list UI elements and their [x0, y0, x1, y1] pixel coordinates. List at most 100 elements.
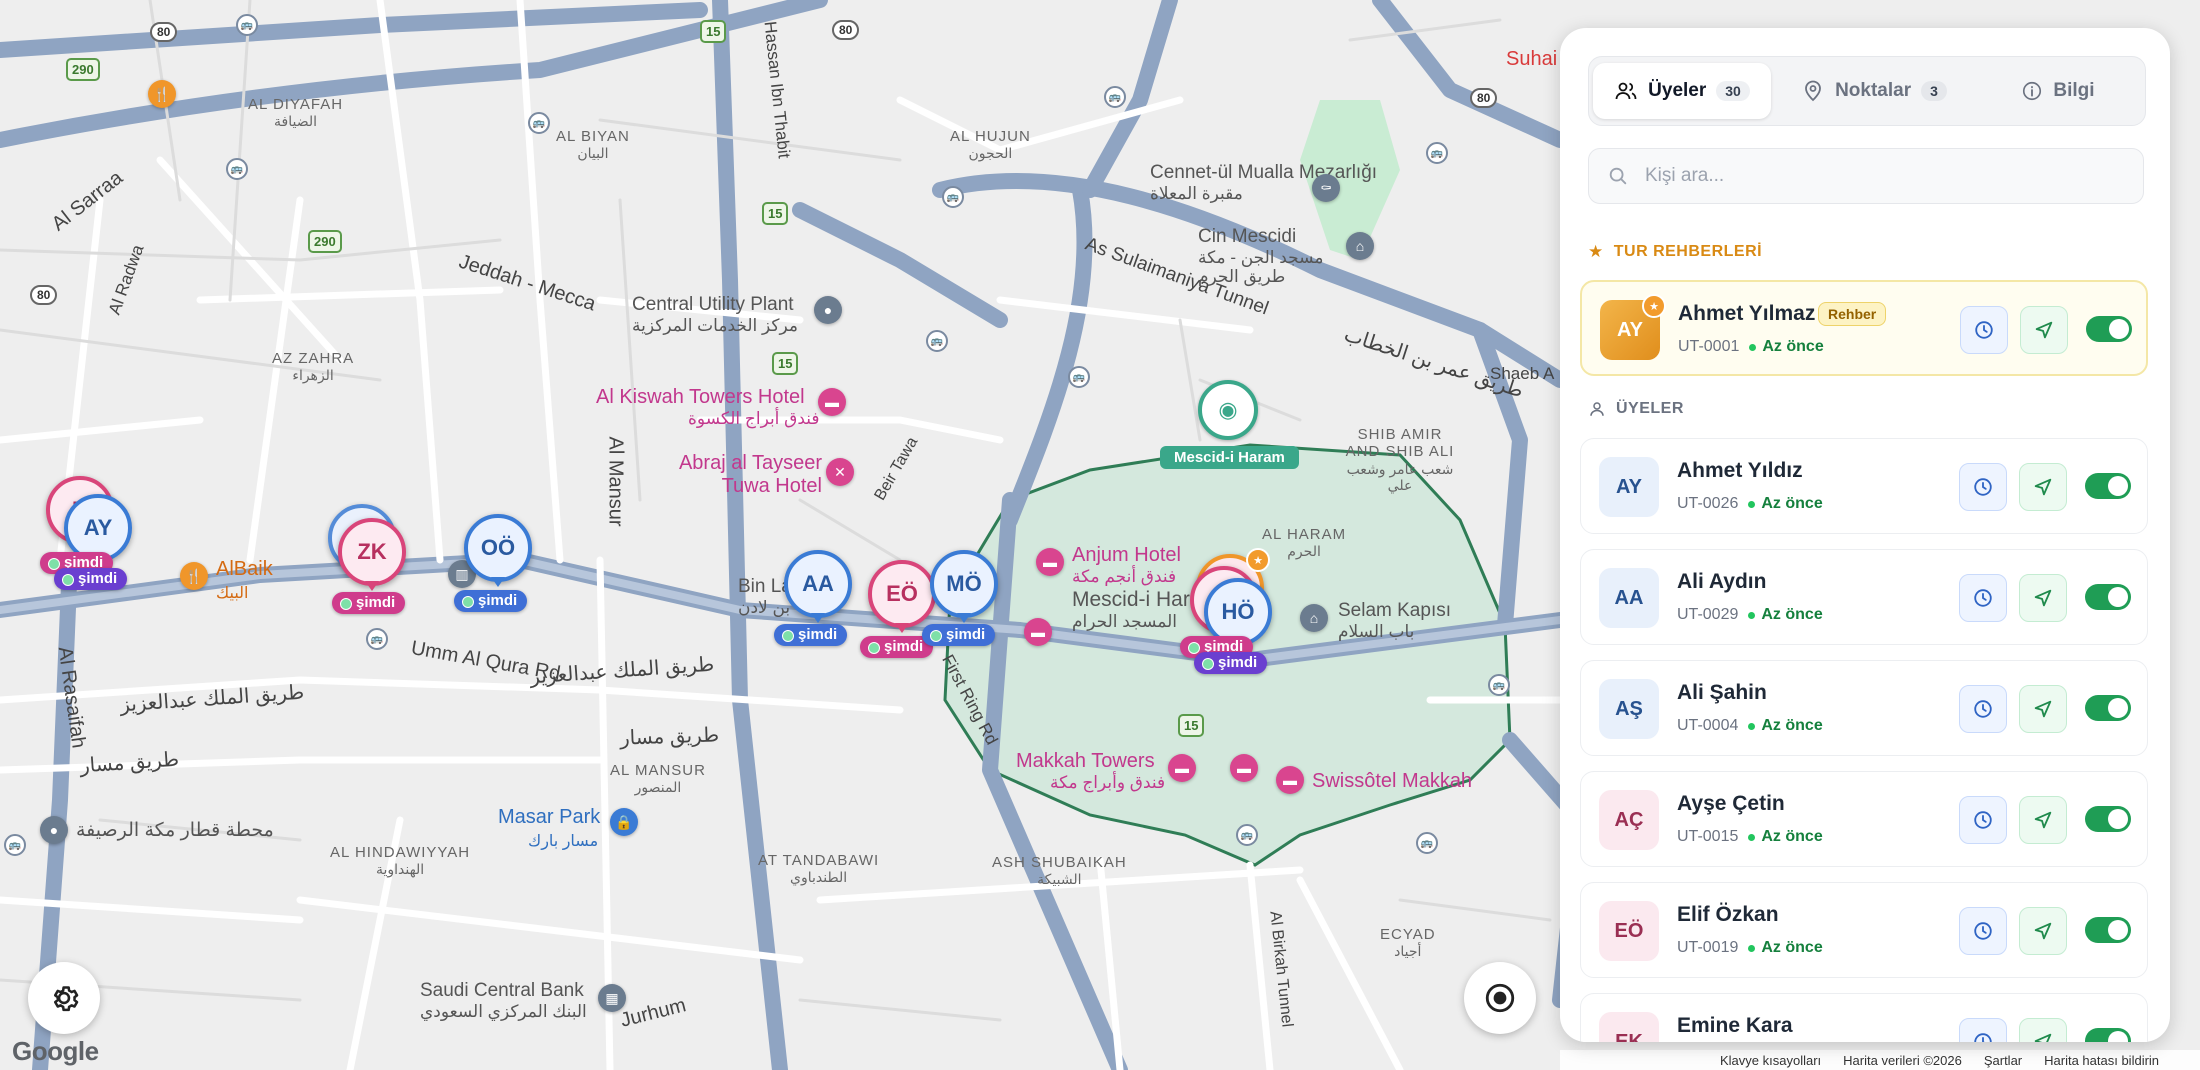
poi-utility-plant[interactable]: Central Utility Plant مركز الخدمات المركز… [632, 294, 798, 335]
navigate-button[interactable] [2019, 907, 2067, 955]
member-name: Ahmet Yıldız [1677, 459, 1803, 482]
tracking-toggle[interactable] [2085, 473, 2131, 499]
bus-stop-icon[interactable]: 🚌 [1488, 674, 1510, 696]
member-marker[interactable]: MÖ [930, 550, 998, 623]
member-marker[interactable]: AA [784, 550, 852, 623]
member-card[interactable]: AA Ali Aydın UT-0029 Az önce [1580, 549, 2148, 645]
report-error-link[interactable]: Harita hatası bildirin [2044, 1053, 2159, 1068]
history-button[interactable] [1960, 306, 2008, 354]
history-button[interactable] [1959, 796, 2007, 844]
member-card[interactable]: EK Emine Kara [1580, 993, 2148, 1042]
history-button[interactable] [1959, 907, 2007, 955]
bus-stop-icon[interactable]: 🚌 [366, 628, 388, 650]
train-station-icon[interactable]: ● [40, 816, 68, 844]
tab-points[interactable]: Noktalar 3 [1785, 63, 1963, 119]
tracking-toggle[interactable] [2086, 316, 2132, 342]
history-button[interactable] [1959, 574, 2007, 622]
park-label[interactable]: Masar Park مسار بارك [498, 806, 600, 852]
search-box[interactable] [1588, 148, 2144, 204]
navigate-button[interactable] [2020, 306, 2068, 354]
tracking-toggle[interactable] [2085, 806, 2131, 832]
bus-stop-icon[interactable]: 🚌 [1426, 142, 1448, 164]
bus-stop-icon[interactable]: 🚌 [1416, 832, 1438, 854]
geofence-pin-icon[interactable]: ◉ [1198, 380, 1258, 440]
map-pin-icon [1805, 80, 1821, 102]
tracking-toggle[interactable] [2085, 695, 2131, 721]
navigate-button[interactable] [2019, 574, 2067, 622]
bus-stop-icon[interactable]: 🚌 [236, 14, 258, 36]
status-text: Az önce [1748, 828, 1822, 846]
tab-members[interactable]: Üyeler 30 [1593, 63, 1771, 119]
geofence-label[interactable]: Mescid-i Haram [1160, 446, 1299, 470]
keyboard-shortcuts-link[interactable]: Klavye kısayolları [1720, 1053, 1821, 1068]
member-marker[interactable]: OÖ [464, 514, 532, 587]
hotel-icon[interactable]: ▬ [1276, 766, 1304, 794]
hotel-icon[interactable]: ▬ [818, 388, 846, 416]
bus-stop-icon[interactable]: 🚌 [942, 186, 964, 208]
settings-button[interactable] [28, 962, 100, 1034]
hotel-label[interactable]: Swissôtel Makkah [1312, 770, 1472, 793]
member-card[interactable]: EÖ Elif Özkan UT-0019 Az önce [1580, 882, 2148, 978]
hotel-label[interactable]: Makkah Towers فندق وأبراج مكة [1016, 750, 1165, 793]
member-status-badge[interactable]: şimdi [774, 624, 848, 646]
bus-stop-icon[interactable]: 🚌 [226, 158, 248, 180]
hotel-icon[interactable]: ▬ [1230, 754, 1258, 782]
member-status-badge[interactable]: şimdi [332, 592, 406, 614]
history-button[interactable] [1959, 685, 2007, 733]
place-icon[interactable]: ● [814, 296, 842, 324]
bank-icon[interactable]: ▦ [598, 984, 626, 1012]
poi-bank[interactable]: Saudi Central Bank البنك المركزي السعودي [420, 980, 587, 1021]
hotel-icon[interactable]: ▬ [1036, 548, 1064, 576]
hotel-label[interactable]: Al Kiswah Towers Hotel فندق أبراج الكسوة [596, 386, 820, 429]
bus-stop-icon[interactable]: 🚌 [1104, 86, 1126, 108]
member-marker[interactable]: EÖ [868, 560, 936, 633]
member-status-badge[interactable]: şimdi [1194, 652, 1268, 674]
hotel-icon[interactable]: ▬ [1024, 618, 1052, 646]
cemetery-icon[interactable]: ⚰ [1312, 174, 1340, 202]
history-button[interactable] [1959, 463, 2007, 511]
member-status-badge[interactable]: şimdi [454, 590, 528, 612]
navigate-button[interactable] [2019, 1018, 2067, 1042]
landmark-icon[interactable]: ⌂ [1300, 604, 1328, 632]
history-button[interactable] [1959, 1018, 2007, 1042]
mosque-icon[interactable]: ⌂ [1346, 232, 1374, 260]
bus-stop-icon[interactable]: 🚌 [1236, 824, 1258, 846]
restaurant-icon[interactable]: 🍴 [148, 80, 176, 108]
tracking-toggle[interactable] [2085, 584, 2131, 610]
navigate-button[interactable] [2019, 796, 2067, 844]
navigate-button[interactable] [2019, 463, 2067, 511]
restaurant-icon[interactable]: 🍴 [180, 562, 208, 590]
bus-stop-icon[interactable]: 🚌 [528, 112, 550, 134]
panel-tabs: Üyeler 30 Noktalar 3 Bilgi [1588, 56, 2146, 126]
member-marker[interactable]: ZK [338, 518, 406, 591]
member-status-badge[interactable]: şimdi [922, 624, 996, 646]
bus-stop-icon[interactable]: 🚌 [926, 330, 948, 352]
poi-cemetery[interactable]: Cennet-ül Mualla Mezarlığı مقبرة المعلاة [1150, 162, 1377, 203]
poi-train-station[interactable]: محطة قطار مكة الرصيفة [76, 820, 274, 842]
member-name: Ayşe Çetin [1677, 792, 1785, 815]
lock-icon[interactable]: 🔒 [610, 808, 638, 836]
place-label[interactable]: Suhai [1506, 48, 1557, 71]
tracking-toggle[interactable] [2085, 917, 2131, 943]
poi-mosque[interactable]: Cin Mescidi مسجد الجن - مكة طريق الحرم [1198, 226, 1348, 287]
guide-card[interactable]: AY ★ Ahmet Yılmaz Rehber UT-0001 Az önce [1580, 280, 2148, 376]
hotel-icon[interactable]: ✕ [826, 458, 854, 486]
member-card[interactable]: AÇ Ayşe Çetin UT-0015 Az önce [1580, 771, 2148, 867]
bus-stop-icon[interactable]: 🚌 [1068, 366, 1090, 388]
tab-info[interactable]: Bilgi [1975, 63, 2141, 119]
hotel-icon[interactable]: ▬ [1168, 754, 1196, 782]
navigate-button[interactable] [2019, 685, 2067, 733]
member-status-badge[interactable]: şimdi [54, 568, 128, 590]
poi-gate[interactable]: Selam Kapısı باب السلام [1338, 600, 1451, 641]
tracking-toggle[interactable] [2085, 1028, 2131, 1042]
member-card[interactable]: AŞ Ali Şahin UT-0004 Az önce [1580, 660, 2148, 756]
hotel-label[interactable]: Anjum Hotel فندق أنجم مكة [1072, 544, 1181, 587]
search-input[interactable] [1643, 164, 2107, 188]
terms-link[interactable]: Şartlar [1984, 1053, 2022, 1068]
bus-stop-icon[interactable]: 🚌 [4, 834, 26, 856]
avatar: AY ★ [1600, 294, 1666, 360]
hotel-label[interactable]: Abraj al Tayseer Tuwa Hotel [672, 452, 822, 498]
my-location-button[interactable] [1464, 962, 1536, 1034]
member-card[interactable]: AY Ahmet Yıldız UT-0026 Az önce [1580, 438, 2148, 534]
restaurant-label[interactable]: AlBaik البيك [216, 558, 273, 604]
